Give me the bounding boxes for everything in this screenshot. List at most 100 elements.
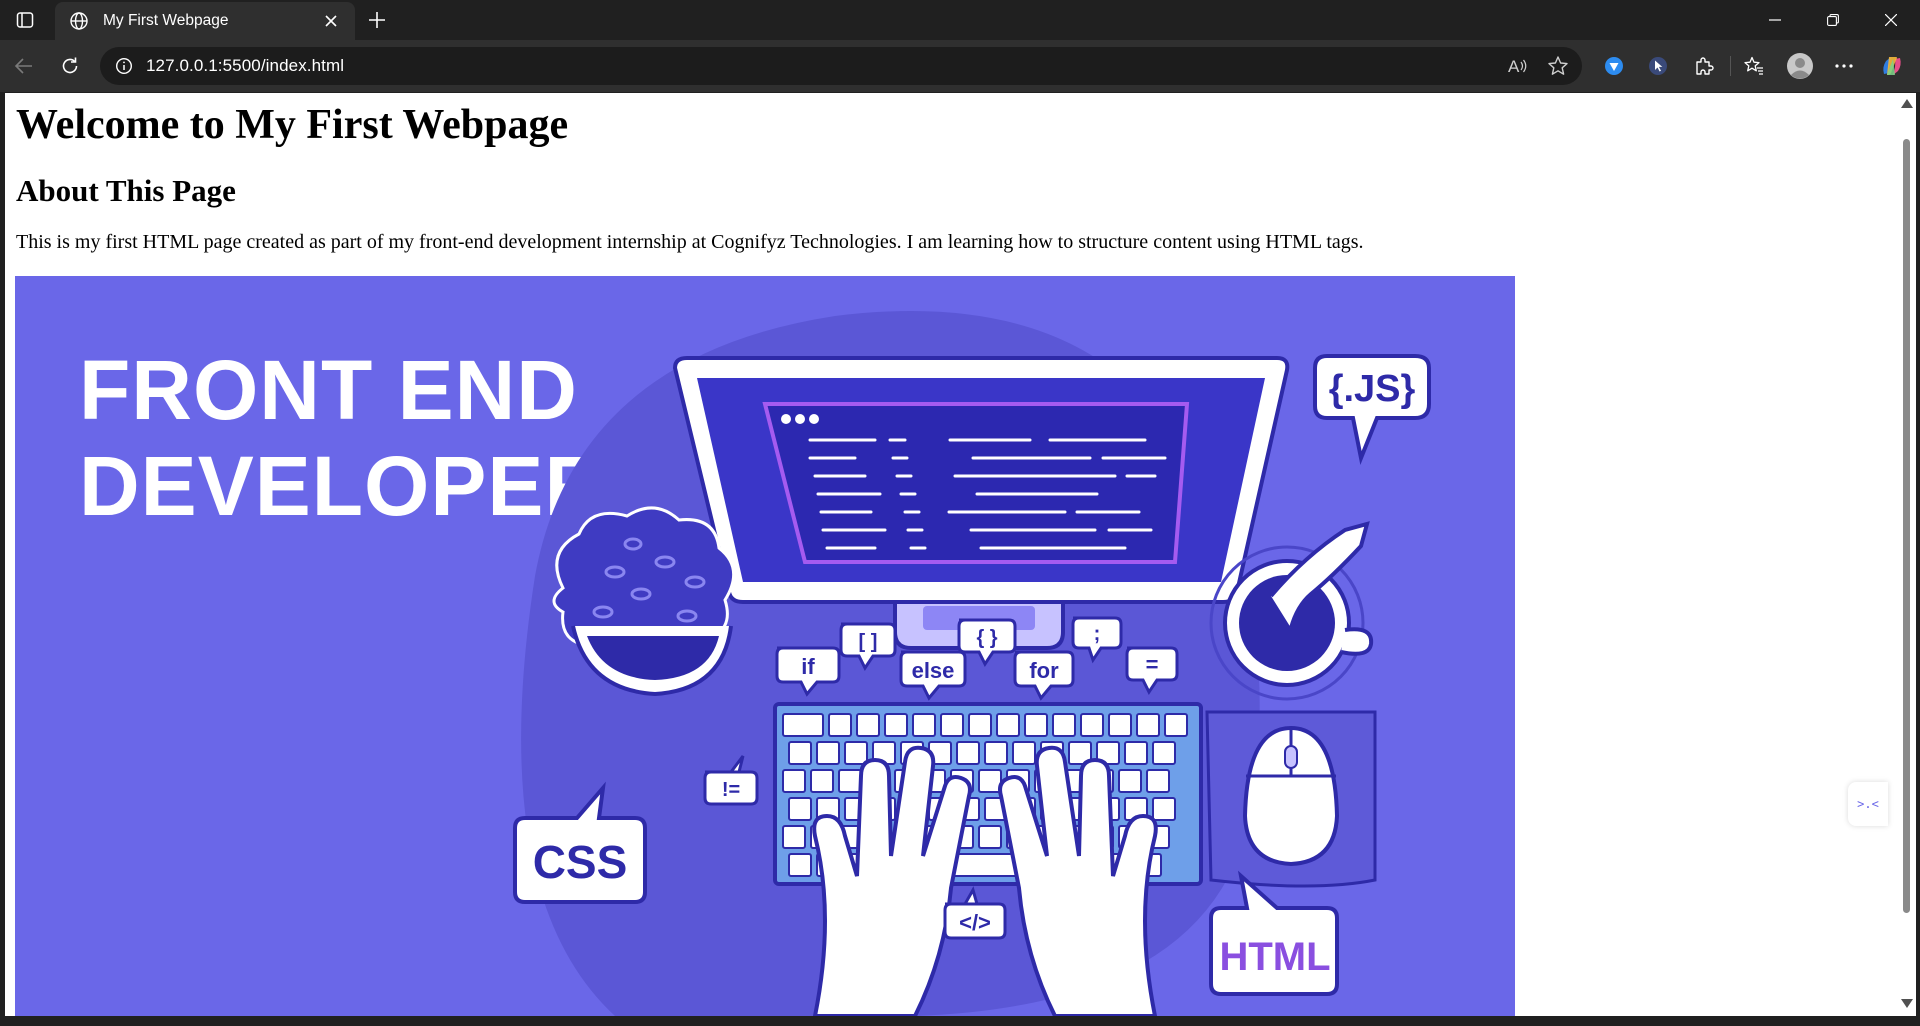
- keyboard-key: [912, 713, 936, 737]
- keyboard-key: [996, 713, 1020, 737]
- semicolon-bubble-text: ;: [1094, 623, 1101, 645]
- extension-icon: [1696, 57, 1714, 75]
- keyboard-key: [782, 713, 824, 737]
- cursor-extension-icon: [1649, 57, 1667, 75]
- scroll-up-arrow[interactable]: [1901, 99, 1913, 108]
- extension-shield-button[interactable]: [1596, 48, 1632, 84]
- js-bubble-text: {.JS}: [1329, 368, 1416, 410]
- keyboard-key: [978, 769, 1002, 793]
- extension-cursor-button[interactable]: [1640, 48, 1676, 84]
- back-button[interactable]: [6, 48, 42, 84]
- keyboard-key: [838, 769, 862, 793]
- braces-bubble-text: { }: [976, 627, 997, 649]
- svg-text:A: A: [1508, 57, 1520, 76]
- address-bar[interactable]: 127.0.0.1:5500/index.html A: [100, 47, 1582, 85]
- new-tab-button[interactable]: [360, 4, 394, 36]
- side-panel-widget[interactable]: >.<: [1848, 782, 1888, 826]
- back-icon: [14, 58, 32, 74]
- keyboard-key: [940, 713, 964, 737]
- html-bubble-text: HTML: [1219, 935, 1330, 979]
- toolbar-divider: [1730, 56, 1731, 76]
- minimize-button[interactable]: [1746, 0, 1804, 40]
- info-icon[interactable]: [112, 54, 136, 78]
- minimize-icon: [1769, 19, 1781, 21]
- equals-bubble-text: =: [1146, 652, 1159, 677]
- keyboard-key: [1152, 797, 1176, 821]
- page-subheading: About This Page: [16, 173, 236, 208]
- keyboard-key: [816, 741, 840, 765]
- not-equal-bubble-text: !=: [722, 779, 740, 801]
- tab-title: My First Webpage: [103, 12, 229, 29]
- if-bubble-text: if: [801, 654, 815, 679]
- js-bubble: {.JS}: [1313, 354, 1431, 465]
- keyboard-key: [856, 713, 880, 737]
- more-button[interactable]: [1826, 48, 1862, 84]
- keyboard-key: [810, 769, 834, 793]
- page-heading: Welcome to My First Webpage: [16, 102, 569, 148]
- keyboard-key: [788, 741, 812, 765]
- browser-toolbar: 127.0.0.1:5500/index.html A: [0, 40, 1920, 92]
- plus-icon: [369, 12, 385, 28]
- restore-button[interactable]: [1804, 0, 1862, 40]
- globe-icon: [67, 9, 91, 33]
- keyboard-key: [1152, 741, 1176, 765]
- keyboard-key: [782, 825, 806, 849]
- page-paragraph: This is my first HTML page created as pa…: [16, 231, 1364, 253]
- profile-button[interactable]: [1782, 48, 1818, 84]
- restore-icon: [1827, 14, 1839, 26]
- keyboard-key: [956, 741, 980, 765]
- keyboard-key: [844, 741, 868, 765]
- keyboard-key: [1118, 769, 1142, 793]
- keyboard-key: [1124, 741, 1148, 765]
- keyboard-key: [1164, 713, 1188, 737]
- mouse-graphic: [1205, 710, 1377, 888]
- favorite-star-icon[interactable]: [1540, 54, 1576, 78]
- front-end-developer-illustration: FRONT END DEVELOPER {.JS} if [] else {…: [15, 276, 1515, 1016]
- keyboard-key: [1146, 769, 1170, 793]
- keyboard-key: [1136, 713, 1160, 737]
- keyboard-key: [1108, 713, 1132, 737]
- keyboard-key: [828, 713, 852, 737]
- keyboard-key: [1024, 713, 1048, 737]
- copilot-button[interactable]: [1874, 48, 1910, 84]
- developer-illustration-graphic: {.JS} if [] else {} for ; = != </> CSS…: [513, 311, 1431, 1016]
- read-aloud-icon[interactable]: A: [1500, 54, 1536, 78]
- close-window-icon: [1885, 14, 1897, 26]
- tag-bubble-text: </>: [959, 910, 991, 935]
- keyboard-key: [968, 713, 992, 737]
- keyboard-key: [978, 825, 1002, 849]
- extensions-button[interactable]: [1686, 48, 1722, 84]
- keyboard-key: [884, 713, 908, 737]
- keyboard-key: [1080, 713, 1104, 737]
- copilot-icon: [1883, 57, 1901, 75]
- refresh-icon: [62, 57, 78, 74]
- css-bubble-text: CSS: [533, 836, 628, 888]
- window-bottom-edge: [0, 1016, 1920, 1026]
- keyboard-key: [788, 853, 812, 877]
- keyboard-key: [984, 741, 1008, 765]
- browser-tab[interactable]: My First Webpage: [55, 2, 355, 40]
- more-icon: [1835, 64, 1853, 68]
- keyboard-key: [1052, 713, 1076, 737]
- keyboard-key: [782, 769, 806, 793]
- close-window-button[interactable]: [1862, 0, 1920, 40]
- close-icon[interactable]: [319, 9, 343, 33]
- for-bubble-text: for: [1029, 658, 1059, 683]
- html-bubble: HTML: [1209, 870, 1339, 996]
- favorites-button[interactable]: [1736, 48, 1772, 84]
- profile-icon: [1787, 53, 1813, 79]
- tab-actions-button[interactable]: [6, 4, 44, 36]
- tab-strip: My First Webpage: [0, 0, 1920, 40]
- else-bubble-text: else: [912, 658, 955, 683]
- shield-extension-icon: [1605, 57, 1623, 75]
- vertical-scrollbar[interactable]: [1896, 93, 1916, 1016]
- brackets-bubble-text: [ ]: [859, 631, 878, 653]
- page-viewport: Welcome to My First Webpage About This P…: [5, 93, 1896, 1016]
- url-text: 127.0.0.1:5500/index.html: [146, 56, 345, 75]
- refresh-button[interactable]: [52, 48, 88, 84]
- keyboard-key: [1012, 741, 1036, 765]
- keyboard-key: [788, 797, 812, 821]
- tab-actions-icon: [16, 12, 34, 28]
- scroll-thumb[interactable]: [1903, 139, 1910, 913]
- scroll-down-arrow[interactable]: [1901, 999, 1913, 1008]
